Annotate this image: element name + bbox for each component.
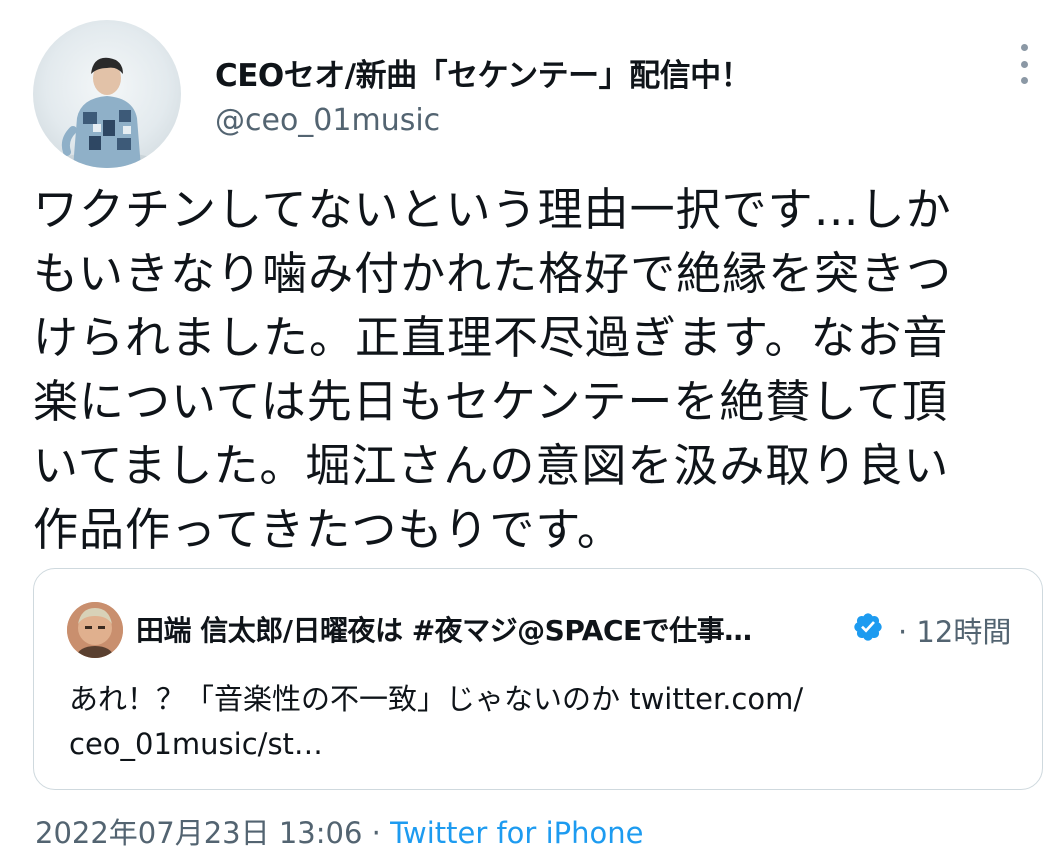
more-dot	[1020, 44, 1028, 51]
tweet-text-line: いてました。堀江さんの意図を汲み取り良い	[33, 439, 950, 492]
quoted-tweet-time[interactable]: · 12時間	[898, 609, 1011, 651]
tweet-text-line: もいきなり噛み付かれた格好で絶縁を突きつ	[33, 247, 953, 300]
tweet-text-line: けられました。正直理不尽過ぎます。なお音	[33, 311, 949, 364]
tweet-meta: 2022年07月23日 13:06 · Twitter for iPhone	[35, 810, 643, 852]
tweet-text-line: 作品作ってきたつもりです。	[33, 503, 623, 556]
quoted-tweet-text: あれ！？「音楽性の不一致」じゃないのか twitter.com/ ceo_01m…	[69, 677, 1009, 767]
avatar[interactable]	[33, 20, 181, 168]
quoted-text-line: ceo_01music/st…	[69, 727, 323, 761]
tweet-timestamp[interactable]: 2022年07月23日 13:06	[35, 816, 362, 850]
author-display-name[interactable]: CEOセオ/新曲「セケンテー」配信中！	[215, 50, 752, 95]
meta-separator: ·	[362, 816, 391, 850]
quoted-tweet-card[interactable]: 田端 信太郎/日曜夜は #夜マジ@SPACEで仕事… · 12時間 あれ！？「音…	[33, 568, 1043, 790]
quoted-author-display-name[interactable]: 田端 信太郎/日曜夜は #夜マジ@SPACEで仕事…	[136, 609, 752, 649]
quoted-avatar-image	[67, 602, 123, 658]
tweet-text-line: 楽については先日もセケンテーを絶賛して頂	[33, 375, 949, 428]
more-vertical-icon[interactable]	[1014, 44, 1034, 84]
quoted-text-line: あれ！？「音楽性の不一致」じゃないのか twitter.com/	[69, 682, 804, 716]
quoted-author-avatar[interactable]	[67, 602, 123, 658]
tweet-text: ワクチンしてないという理由一択です…しか もいきなり噛み付かれた格好で絶縁を突き…	[33, 178, 1023, 562]
more-dot	[1020, 77, 1028, 84]
tweet-text-line: ワクチンしてないという理由一択です…しか	[33, 183, 952, 236]
tweet-source-link[interactable]: Twitter for iPhone	[390, 816, 643, 850]
more-dot	[1020, 60, 1028, 68]
verified-badge-icon	[854, 613, 882, 641]
avatar-image	[45, 57, 169, 168]
author-handle[interactable]: @ceo_01music	[215, 103, 440, 138]
